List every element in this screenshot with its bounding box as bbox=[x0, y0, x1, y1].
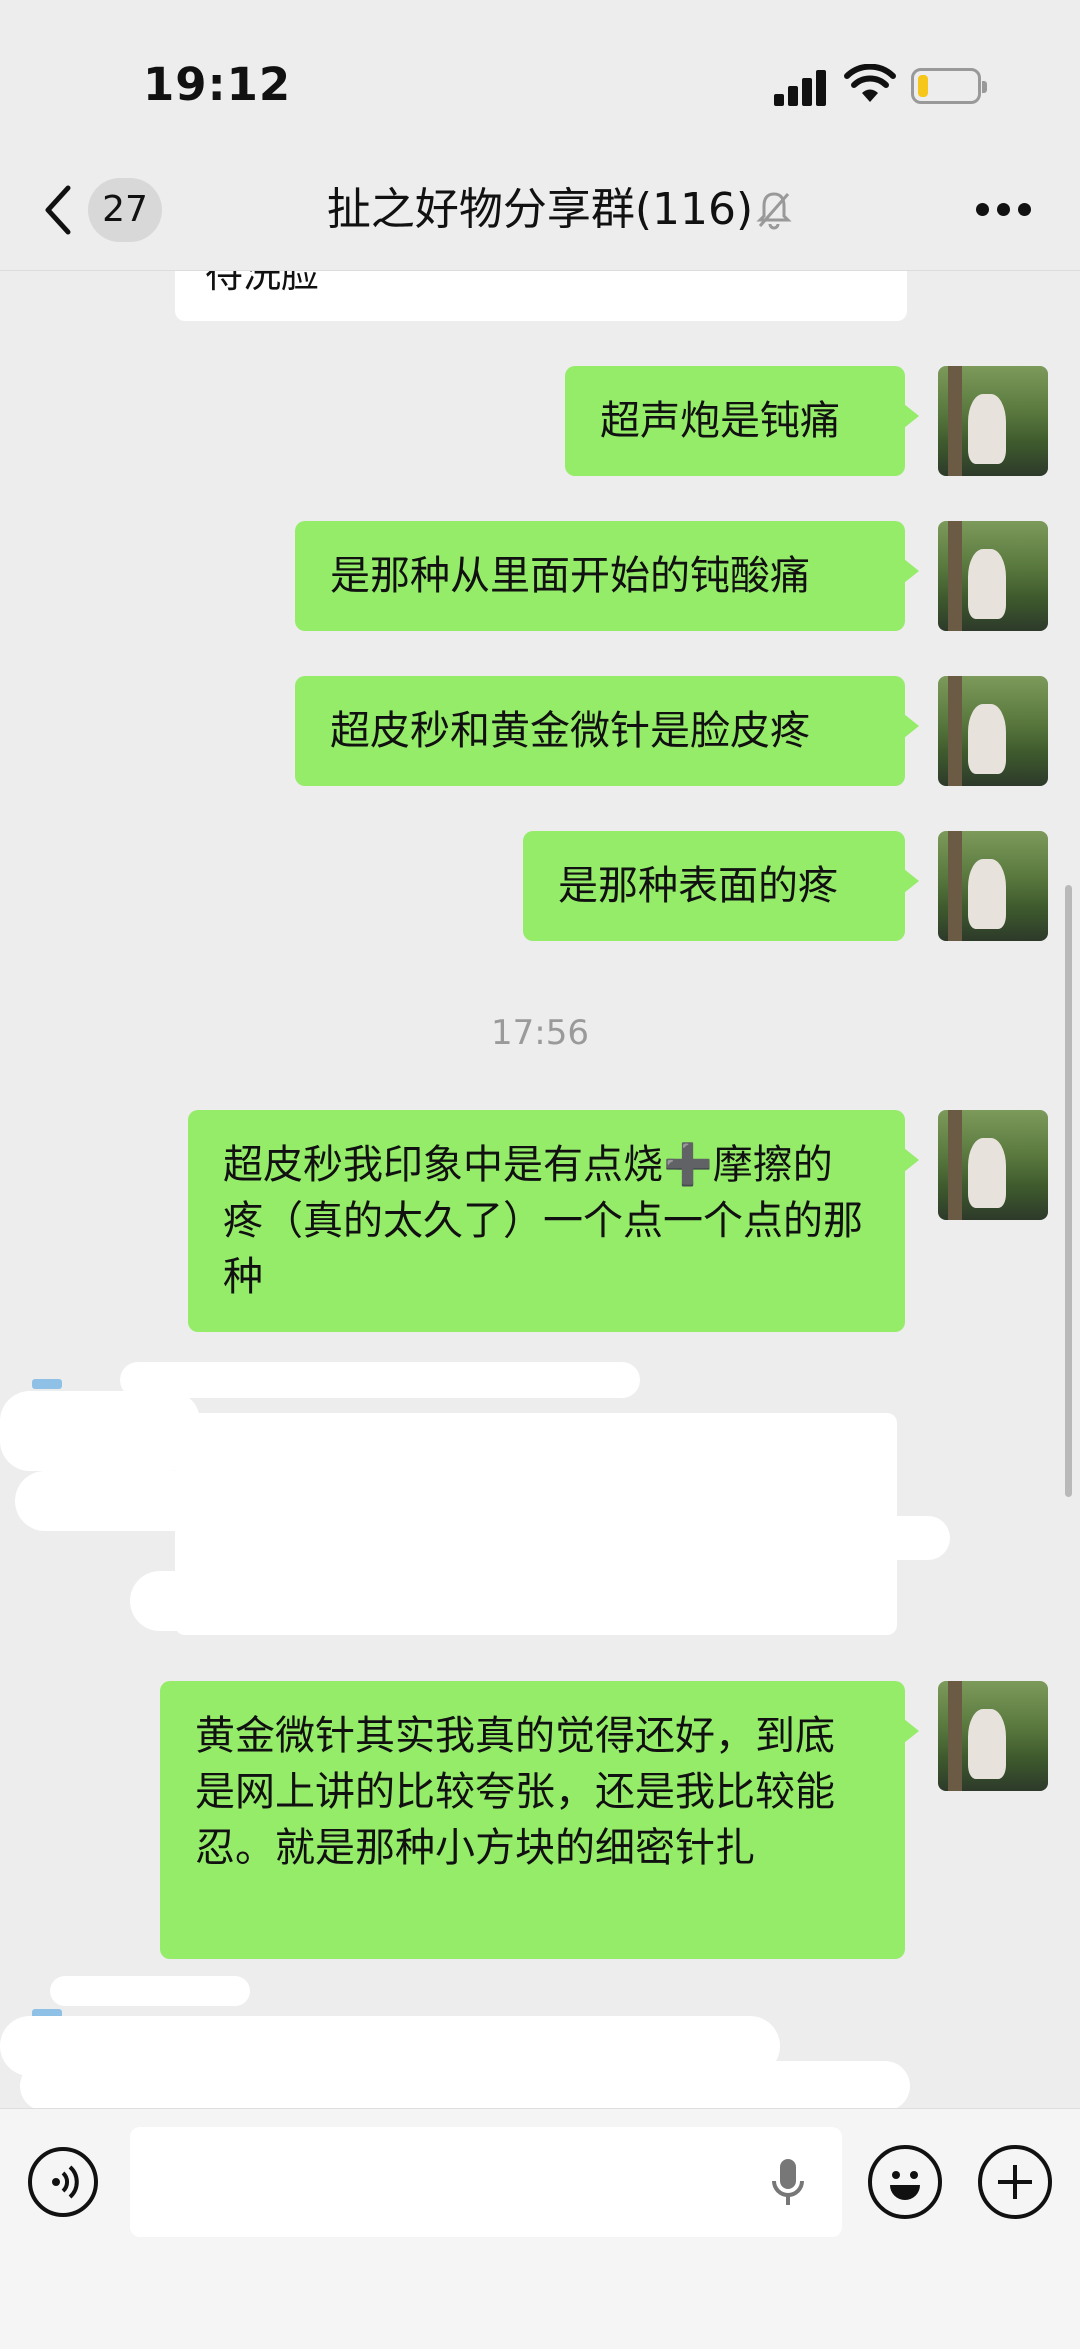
wifi-icon bbox=[844, 64, 896, 102]
message-bubble[interactable]: 是那种表面的疼 bbox=[523, 831, 919, 941]
partial-message-text: 待洗脸 bbox=[205, 271, 320, 296]
message-row: 黄金微针其实我真的觉得还好，到底是网上讲的比较夸张，还是我比较能忍。就是那种小方… bbox=[0, 1681, 1080, 1961]
chat-area[interactable]: 待洗脸 超声炮是钝痛 是那种从里面开始的钝酸痛 超皮秒和黄金微针是脸皮疼 是那种… bbox=[0, 271, 1080, 2126]
redacted-avatar bbox=[0, 1391, 200, 1471]
message-bubble[interactable]: 超皮秒我印象中是有点烧➕摩擦的疼（真的太久了）一个点一个点的那种 bbox=[188, 1110, 919, 1332]
message-bubble[interactable]: 是那种从里面开始的钝酸痛 bbox=[295, 521, 919, 631]
avatar[interactable] bbox=[938, 676, 1048, 786]
status-time: 19:12 bbox=[143, 58, 292, 111]
message-bubble[interactable]: 超声炮是钝痛 bbox=[565, 366, 919, 476]
status-bar: 19:12 bbox=[0, 0, 1080, 150]
message-row: 超声炮是钝痛 bbox=[0, 366, 1080, 481]
voice-icon[interactable] bbox=[28, 2147, 98, 2217]
message-bubble[interactable]: 黄金微针其实我真的觉得还好，到底是网上讲的比较夸张，还是我比较能忍。就是那种小方… bbox=[160, 1681, 919, 1959]
redacted-sender-name bbox=[50, 1976, 250, 2006]
redacted-scribble bbox=[15, 1471, 415, 1531]
avatar[interactable] bbox=[938, 1681, 1048, 1791]
avatar[interactable] bbox=[938, 1110, 1048, 1220]
redacted-scribble bbox=[580, 1516, 950, 1560]
avatar[interactable] bbox=[938, 366, 1048, 476]
avatar[interactable] bbox=[938, 521, 1048, 631]
message-row: 超皮秒和黄金微针是脸皮疼 bbox=[0, 676, 1080, 791]
message-row: 是那种从里面开始的钝酸痛 bbox=[0, 521, 1080, 636]
message-input[interactable] bbox=[130, 2127, 842, 2237]
chat-title[interactable]: 扯之好物分享群(116) bbox=[0, 182, 1080, 238]
redacted-avatar-edge bbox=[32, 1379, 62, 1389]
message-bubble[interactable]: 超皮秒和黄金微针是脸皮疼 bbox=[295, 676, 919, 786]
avatar[interactable] bbox=[938, 831, 1048, 941]
partial-message-bubble: 待洗脸 bbox=[175, 271, 907, 321]
signal-icon bbox=[774, 70, 826, 106]
message-row: 是那种表面的疼 bbox=[0, 831, 1080, 946]
redacted-scribble bbox=[130, 1571, 550, 1631]
mic-icon[interactable] bbox=[770, 2157, 806, 2209]
battery-icon bbox=[911, 68, 987, 104]
message-timestamp: 17:56 bbox=[491, 1013, 589, 1053]
input-bar bbox=[0, 2108, 1080, 2349]
scrollbar-thumb[interactable] bbox=[1065, 885, 1072, 1497]
emoji-icon[interactable] bbox=[868, 2145, 942, 2219]
message-row: 超皮秒我印象中是有点烧➕摩擦的疼（真的太久了）一个点一个点的那种 bbox=[0, 1110, 1080, 1335]
plus-icon[interactable] bbox=[978, 2145, 1052, 2219]
mute-icon bbox=[756, 192, 792, 230]
redacted-sender-name bbox=[120, 1362, 640, 1398]
more-icon[interactable] bbox=[976, 203, 1032, 217]
redacted-message-bubble bbox=[20, 2061, 910, 2111]
